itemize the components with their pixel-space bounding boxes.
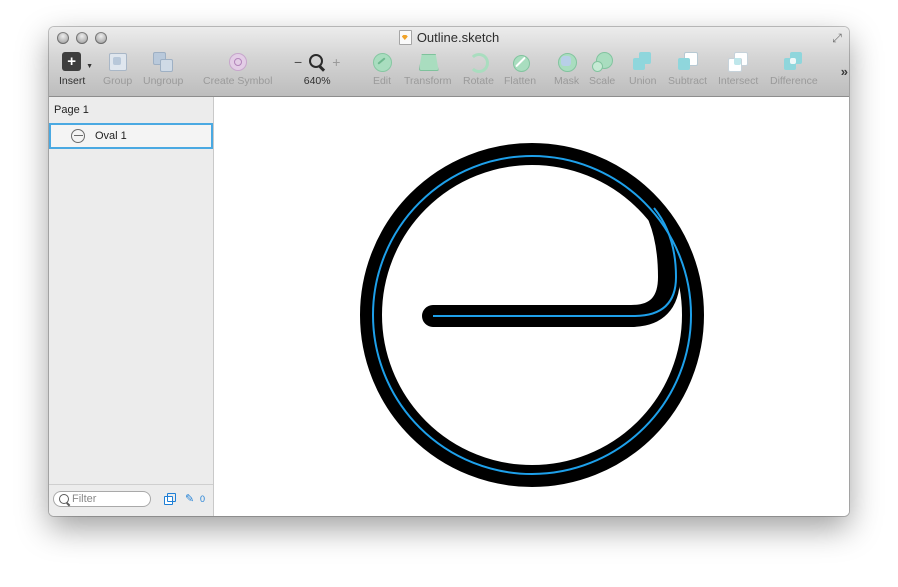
search-icon [59,494,69,504]
titlebar-toolbar: Outline.sketch ⤢ + ▼ Insert Group Ungrou… [49,27,849,97]
symbol-icon [228,52,248,72]
difference-label: Difference [770,75,818,87]
zoom-out-button[interactable]: − [294,54,302,70]
edit-label: Edit [372,75,392,87]
insert-label: Insert [59,75,86,87]
fullscreen-icon[interactable]: ⤢ [830,31,844,45]
filter-input[interactable]: Filter [53,491,151,507]
insert-button[interactable]: + ▼ Insert [59,52,93,87]
zoom-in-button[interactable]: + [332,54,340,70]
intersect-icon [728,52,749,72]
subtract-label: Subtract [668,75,708,87]
intersect-button[interactable]: Intersect [718,52,758,87]
outline-path-inner [433,207,678,317]
transform-label: Transform [404,75,452,87]
create-symbol-button[interactable]: Create Symbol [203,52,272,87]
rotate-icon [468,52,490,73]
window-title-text: Outline.sketch [416,30,500,45]
oval-inner-stroke [422,206,681,327]
intersect-label: Intersect [718,75,759,87]
page-selector[interactable]: Page 1 [54,104,89,116]
difference-icon [783,52,804,72]
rotate-button[interactable]: Rotate [463,52,494,87]
brush-icon[interactable]: ✎ [185,493,197,505]
flatten-icon [510,52,531,72]
group-label: Group [103,75,133,87]
union-button[interactable]: Union [629,52,656,87]
group-button[interactable]: Group [103,52,132,87]
copy-layers-icon[interactable] [164,493,176,505]
union-icon [632,52,653,72]
edit-icon [372,52,392,72]
layer-row-oval-1[interactable]: Oval 1 [49,123,213,149]
rotate-label: Rotate [463,75,494,87]
artboard-drawing [360,143,704,487]
zoom-level: 640% [303,75,331,87]
slice-count: 0 [200,494,206,504]
layer-name: Oval 1 [95,130,127,142]
sidebar-footer: Filter ✎ 0 [49,484,213,516]
sketch-document-icon [398,30,412,45]
flatten-label: Flatten [504,75,537,87]
mask-button[interactable]: Mask [554,52,579,87]
flatten-button[interactable]: Flatten [504,52,536,87]
transform-button[interactable]: Transform [404,52,451,87]
ungroup-icon [153,52,174,72]
ungroup-label: Ungroup [143,75,184,87]
scale-label: Scale [589,75,616,87]
edit-button[interactable]: Edit [372,52,392,87]
ungroup-button[interactable]: Ungroup [143,52,183,87]
scale-icon [592,52,614,72]
app-window: Outline.sketch ⤢ + ▼ Insert Group Ungrou… [49,27,849,516]
subtract-icon [677,52,698,72]
subtract-button[interactable]: Subtract [668,52,707,87]
toolbar-overflow-button[interactable]: » [841,64,848,79]
chevron-down-icon: ▼ [86,63,94,70]
insert-icon: + ▼ [62,52,93,72]
union-label: Union [629,75,657,87]
create-symbol-label: Create Symbol [203,75,273,87]
filter-placeholder: Filter [72,493,97,505]
difference-button[interactable]: Difference [770,52,818,87]
transform-icon [418,52,439,72]
oval-layer-icon [71,129,85,143]
mask-label: Mask [554,75,580,87]
mask-icon [557,52,577,72]
layers-sidebar: Page 1 Oval 1 Filter ✎ 0 [49,97,214,516]
window-title: Outline.sketch [49,30,849,45]
group-icon [108,52,128,72]
zoom-control: − + 640% [294,52,340,87]
canvas[interactable] [214,97,849,516]
magnifier-icon[interactable] [308,53,326,71]
scale-button[interactable]: Scale [589,52,615,87]
